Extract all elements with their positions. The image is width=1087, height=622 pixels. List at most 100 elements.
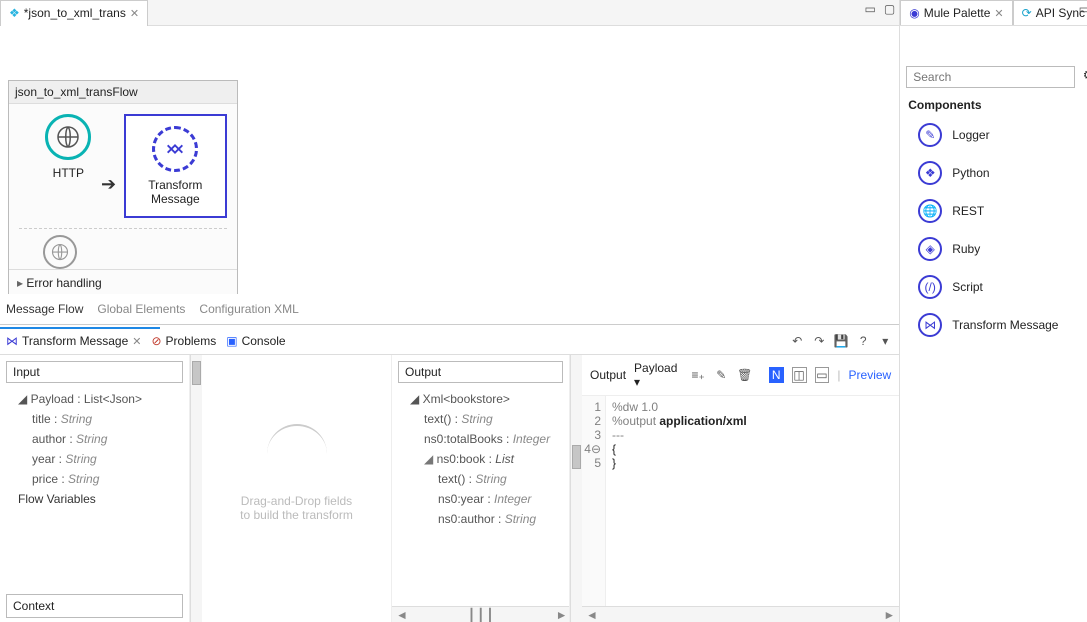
component-icon: 🌐 [918, 199, 942, 223]
component-item[interactable]: ❖ Python [904, 154, 1087, 192]
payload-dropdown[interactable]: Payload ▾ [634, 361, 683, 389]
transform-label: Transform Message [148, 178, 202, 206]
maximize-icon[interactable]: ▢ [884, 2, 895, 16]
output-label: Output [398, 361, 563, 383]
mapping-curve-icon [267, 424, 327, 454]
editor-tab-bar: ❖ *json_to_xml_trans ✕ ▭ ▢ [0, 0, 899, 26]
http-connector[interactable]: HTTP [19, 114, 118, 218]
transform-icon [152, 126, 198, 172]
components-heading: Components [900, 94, 1087, 116]
code-gutter: 1234⊖5 [582, 396, 606, 607]
input-field[interactable]: title : String [4, 409, 185, 429]
delete-icon[interactable]: 🗑 [737, 367, 753, 383]
code-editor-panel: Output Payload ▾ ≡₊ ✎ 🗑 N ◫ ▭ | Preview … [582, 355, 899, 622]
redo-icon[interactable]: ↷ [811, 333, 827, 349]
input-label: Input [6, 361, 183, 383]
mapping-hint: Drag-and-Drop fields to build the transf… [240, 494, 353, 522]
input-tree[interactable]: Payload : List<Json> title : Stringautho… [0, 389, 189, 591]
component-icon: (/) [918, 275, 942, 299]
input-root[interactable]: Payload : List<Json> [4, 389, 185, 409]
transform-tab-icon: ⋈ [6, 334, 18, 348]
tab-configuration-xml[interactable]: Configuration XML [199, 302, 298, 316]
close-icon[interactable]: ✕ [994, 7, 1003, 20]
palette-panel: ◉ Mule Palette ✕ ⟳ API Sync ▭ ▢ ⚙ ▾ Comp… [900, 0, 1087, 622]
component-icon: ❖ [918, 161, 942, 185]
gear-icon[interactable]: ⚙ [1079, 66, 1087, 84]
problems-icon: ⊘ [151, 334, 161, 348]
components-list: ✎Logger ❖ Python 🌐 REST ◈ Ruby (/) Script ⋈ Transf… [900, 116, 1087, 344]
palette-icon: ◉ [909, 6, 919, 20]
editor-tab[interactable]: ❖ *json_to_xml_trans ✕ [0, 0, 148, 26]
flow-variables[interactable]: Flow Variables [4, 489, 185, 509]
output-hscroll[interactable]: ◄┃┃┃► [392, 606, 569, 622]
add-target-icon[interactable]: ≡₊ [691, 367, 706, 383]
output-field[interactable]: text() : String [396, 409, 565, 429]
input-field[interactable]: price : String [4, 469, 185, 489]
tab-console[interactable]: ▣ Console [226, 334, 285, 348]
response-placeholder[interactable] [43, 235, 77, 269]
component-item[interactable]: 🌐 REST [904, 192, 1087, 230]
component-item[interactable]: (/) Script [904, 268, 1087, 306]
flow-name: json_to_xml_transFlow [9, 81, 237, 104]
mule-icon: ❖ [9, 6, 20, 20]
output-scrollbar[interactable] [570, 355, 582, 622]
http-label: HTTP [53, 166, 84, 180]
output-tree[interactable]: Xml<bookstore> text() : Stringns0:totalB… [392, 389, 569, 607]
api-sync-icon: ⟳ [1022, 6, 1032, 20]
tab-global-elements[interactable]: Global Elements [97, 302, 185, 316]
edit-icon[interactable]: ✎ [714, 367, 729, 383]
output-field[interactable]: ns0:author : String [396, 509, 565, 529]
flow-container[interactable]: json_to_xml_transFlow HTTP Transform Mes… [8, 80, 238, 294]
component-item[interactable]: ◈ Ruby [904, 230, 1087, 268]
help-icon[interactable]: ? [855, 333, 871, 349]
tab-problems[interactable]: ⊘ Problems [151, 334, 216, 348]
component-label: REST [952, 204, 984, 218]
input-scrollbar[interactable] [190, 355, 202, 622]
tab-transform-message[interactable]: ⋈ Transform Message ✕ [6, 334, 141, 348]
minimize-icon[interactable]: ▭ [1079, 2, 1087, 16]
mapping-canvas[interactable]: Drag-and-Drop fields to build the transf… [202, 355, 392, 622]
undo-icon[interactable]: ↶ [789, 333, 805, 349]
console-icon: ▣ [226, 334, 237, 348]
component-label: Transform Message [952, 318, 1058, 332]
component-label: Ruby [952, 242, 980, 256]
output-dropdown-label: Output [590, 368, 626, 382]
output-field[interactable]: ns0:year : Integer [396, 489, 565, 509]
component-icon: ⋈ [918, 313, 942, 337]
tab-message-flow[interactable]: Message Flow [6, 302, 83, 316]
menu-icon[interactable]: ▾ [877, 333, 893, 349]
minimize-icon[interactable]: ▭ [865, 2, 876, 16]
transform-message-node[interactable]: Transform Message [124, 114, 227, 218]
view-mode-2-icon[interactable]: ◫ [792, 367, 807, 383]
flow-canvas[interactable]: json_to_xml_transFlow HTTP Transform Mes… [0, 26, 899, 294]
context-label[interactable]: Context [6, 594, 183, 618]
output-field[interactable]: ns0:totalBooks : Integer [396, 429, 565, 449]
output-root[interactable]: Xml<bookstore> [396, 389, 565, 409]
search-input[interactable] [906, 66, 1075, 88]
view-mode-3-icon[interactable]: ▭ [815, 367, 830, 383]
output-field[interactable]: ns0:book : List [396, 449, 565, 469]
preview-link[interactable]: Preview [849, 368, 892, 382]
component-item[interactable]: ⋈ Transform Message [904, 306, 1087, 344]
input-field[interactable]: year : String [4, 449, 185, 469]
code-editor[interactable]: %dw 1.0 %output application/xml --- { } [606, 396, 753, 607]
editor-bottom-tabs: Message Flow Global Elements Configurati… [0, 294, 899, 324]
component-item[interactable]: ✎Logger [904, 116, 1087, 154]
tab-mule-palette[interactable]: ◉ Mule Palette ✕ [900, 0, 1012, 25]
save-icon[interactable]: 💾 [833, 333, 849, 349]
editor-tab-title: *json_to_xml_trans [24, 6, 126, 20]
flow-arrow-icon: ➔ [101, 174, 116, 195]
component-label: Script [952, 280, 983, 294]
code-hscroll[interactable]: ◄► [582, 606, 899, 622]
input-panel: Input Payload : List<Json> title : Strin… [0, 355, 190, 622]
component-icon: ◈ [918, 237, 942, 261]
error-handling-section[interactable]: Error handling [9, 269, 237, 294]
close-icon[interactable]: ✕ [130, 7, 139, 20]
tab-api-sync[interactable]: ⟳ API Sync [1013, 0, 1087, 25]
output-field[interactable]: text() : String [396, 469, 565, 489]
input-field[interactable]: author : String [4, 429, 185, 449]
component-label: Python [952, 166, 989, 180]
view-mode-1-icon[interactable]: N [769, 367, 784, 383]
component-icon: ✎ [918, 123, 942, 147]
close-icon[interactable]: ✕ [132, 335, 141, 348]
